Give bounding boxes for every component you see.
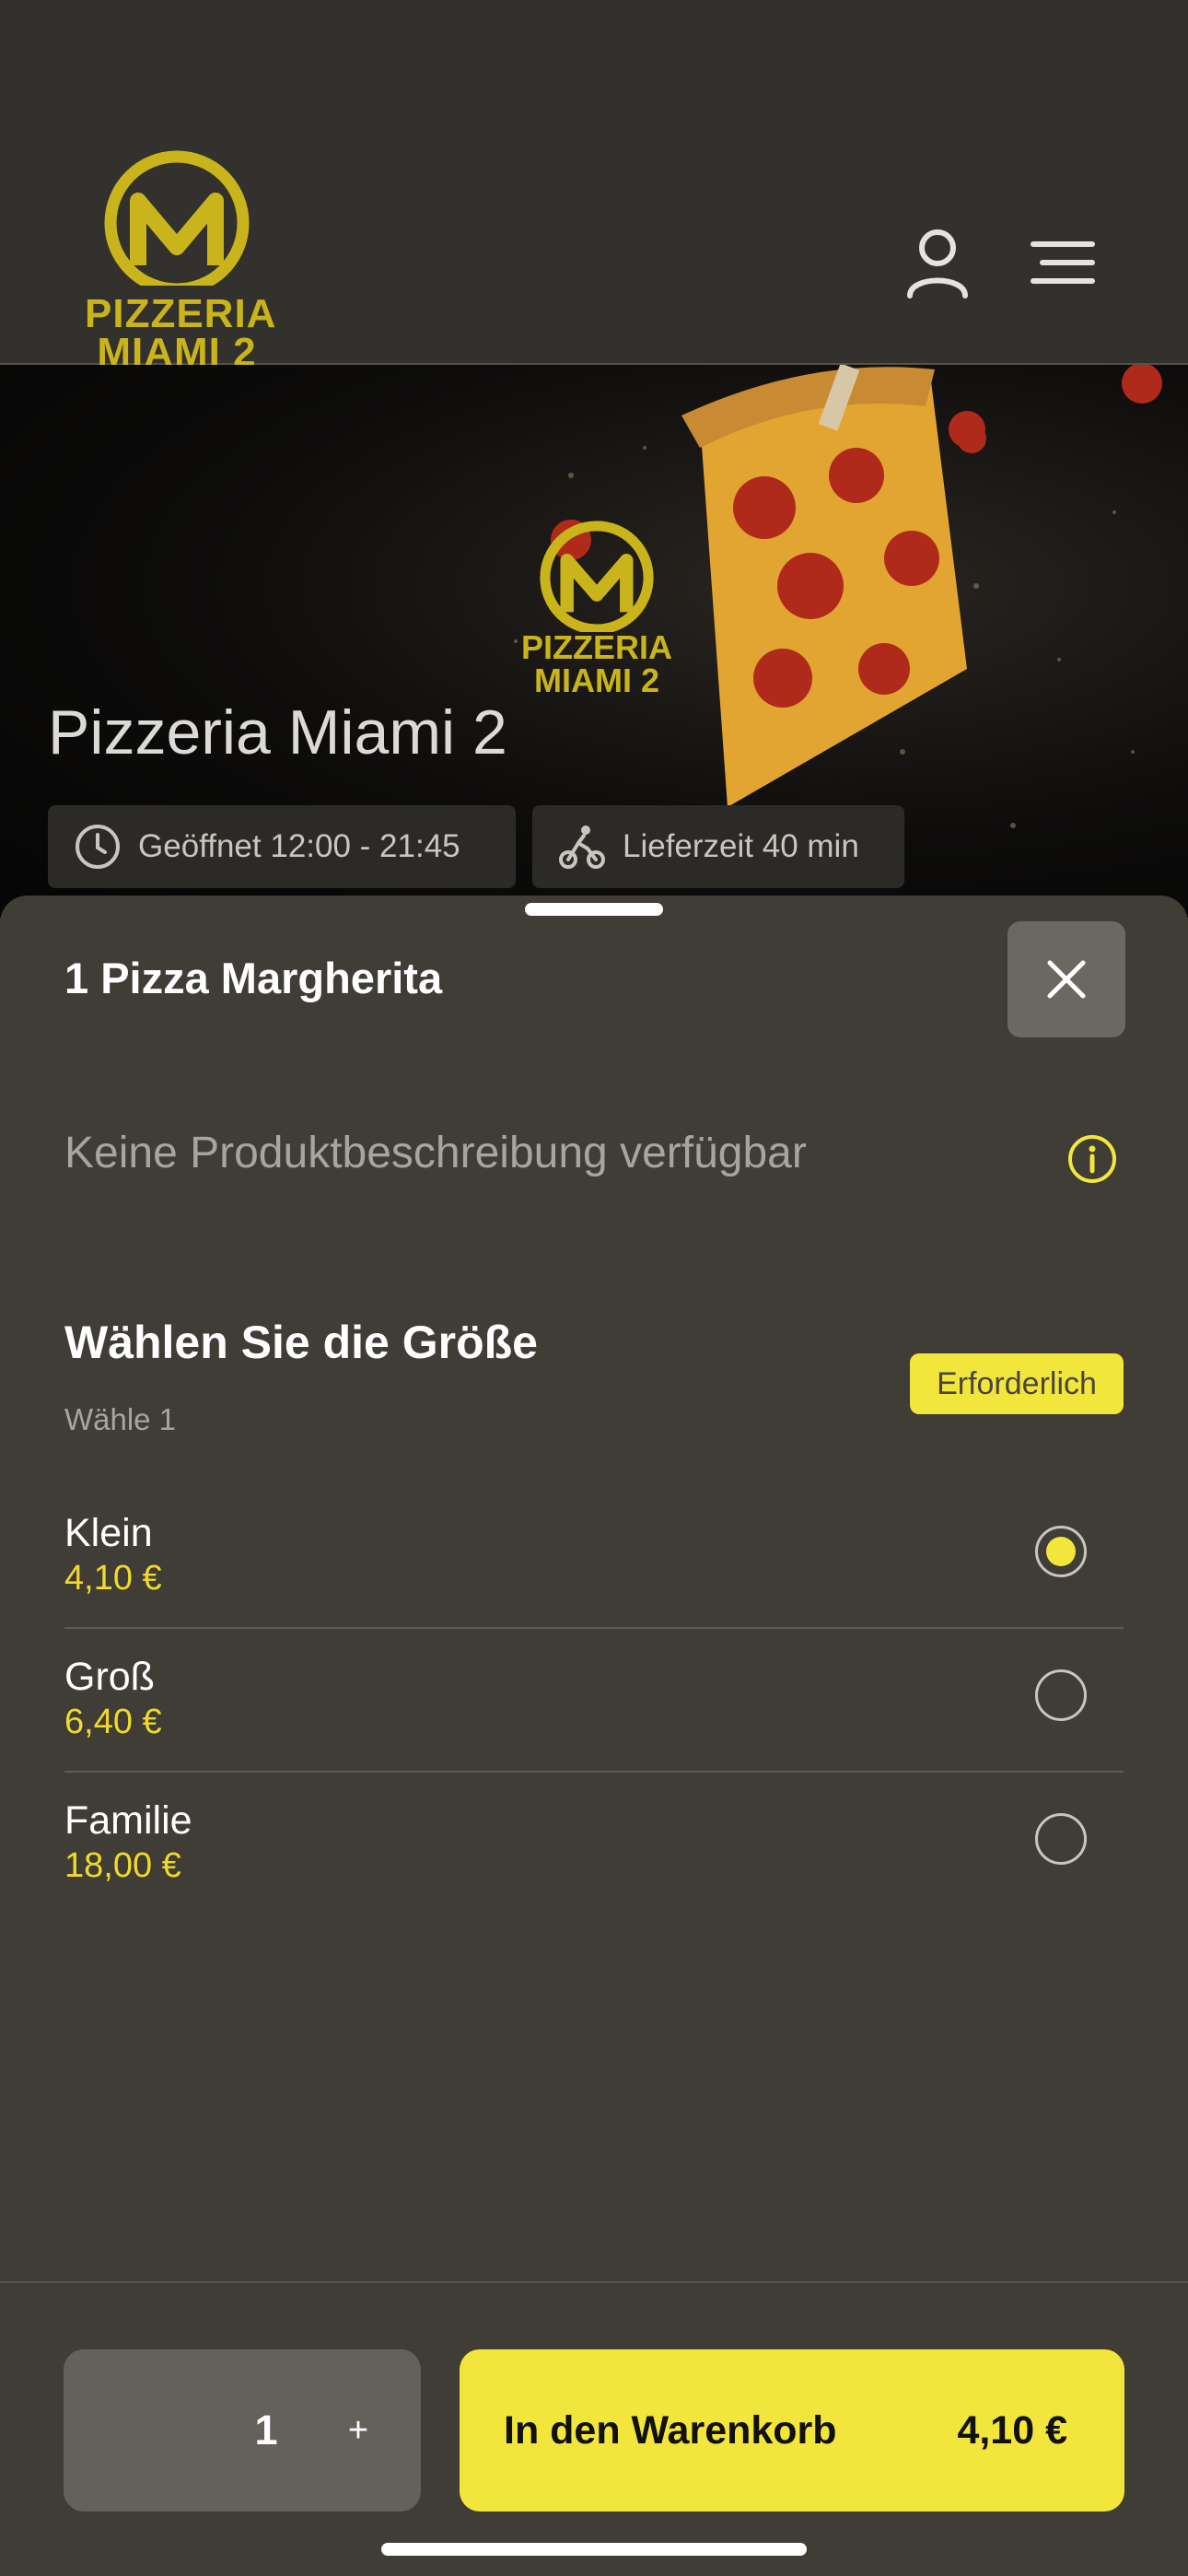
quantity-value: 1: [254, 2406, 278, 2453]
app-header: PIZZERIA MIAMI 2: [0, 0, 1188, 375]
size-section-subtitle: Wähle 1: [64, 1402, 177, 1436]
restaurant-title: Pizzeria Miami 2: [48, 697, 507, 767]
add-to-cart-label: In den Warenkorb: [504, 2408, 837, 2453]
plus-button[interactable]: +: [331, 2349, 386, 2512]
option-price: 6,40 €: [64, 1703, 162, 1741]
add-to-cart-button[interactable]: In den Warenkorb 4,10 €: [460, 2349, 1124, 2512]
size-option-klein[interactable]: Klein 4,10 €: [64, 1511, 1124, 1655]
required-badge: Erforderlich: [910, 1353, 1124, 1414]
option-price: 4,10 €: [64, 1559, 162, 1598]
pizzeria-logo[interactable]: PIZZERIA MIAMI 2: [85, 147, 275, 375]
hamburger-menu-icon[interactable]: [1026, 226, 1100, 299]
hero-logo-text-line2: MIAMI 2: [533, 662, 659, 699]
opening-hours-chip: Geöffnet 12:00 - 21:45: [48, 805, 516, 888]
product-title: 1 Pizza Margherita: [64, 954, 443, 1002]
clock-icon: [76, 825, 120, 869]
sheet-grabber[interactable]: [525, 903, 663, 916]
option-name: Groß: [64, 1655, 155, 1699]
delivery-time-chip: Lieferzeit 40 min: [532, 805, 904, 888]
quantity-stepper[interactable]: 1 +: [64, 2349, 421, 2512]
option-name: Klein: [64, 1511, 153, 1555]
add-to-cart-price: 4,10 €: [957, 2408, 1067, 2453]
delivery-time-text: Lieferzeit 40 min: [623, 828, 859, 864]
delivery-bike-icon: [559, 825, 605, 869]
close-icon: [1047, 960, 1086, 999]
product-sheet: 1 Pizza Margherita Keine Produktbeschrei…: [0, 896, 1188, 2576]
footer-divider: [0, 2281, 1188, 2283]
radio-unselected[interactable]: [1035, 1669, 1087, 1721]
close-button[interactable]: [1007, 921, 1125, 1037]
hero-banner: PIZZERIA MIAMI 2 Pizzeria Miami 2 Geöffn…: [0, 365, 1188, 918]
product-description: Keine Produktbeschreibung verfügbar: [64, 1129, 807, 1177]
radio-selected[interactable]: [1035, 1526, 1087, 1577]
radio-unselected[interactable]: [1035, 1813, 1087, 1865]
option-price: 18,00 €: [64, 1846, 181, 1885]
option-name: Familie: [64, 1798, 192, 1843]
home-indicator[interactable]: [381, 2543, 807, 2556]
hero-logo-icon: [540, 521, 654, 632]
option-divider: [64, 1627, 1124, 1629]
size-section-heading: Wählen Sie die Größe: [64, 1317, 538, 1368]
size-option-familie[interactable]: Familie 18,00 €: [64, 1798, 1124, 1942]
size-option-gross[interactable]: Groß 6,40 €: [64, 1655, 1124, 1798]
opening-hours-text: Geöffnet 12:00 - 21:45: [138, 828, 460, 864]
logo-m-icon: [104, 150, 250, 286]
option-divider: [64, 1771, 1124, 1773]
info-icon[interactable]: [1066, 1133, 1118, 1185]
user-icon[interactable]: [901, 226, 974, 299]
